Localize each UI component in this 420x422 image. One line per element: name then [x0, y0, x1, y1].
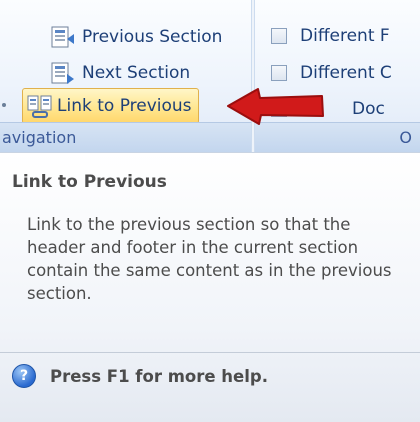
link-to-previous-button[interactable]: Link to Previous: [22, 88, 199, 124]
help-icon: ?: [12, 364, 36, 388]
tooltip-divider: [0, 352, 420, 353]
link-to-previous-label: Link to Previous: [57, 96, 192, 116]
options-group: Different F Different C Doc O: [255, 0, 420, 152]
tooltip-panel: Link to Previous Link to the previous se…: [0, 152, 420, 422]
next-section-label: Next Section: [82, 63, 191, 83]
separator-dot: [2, 103, 6, 107]
checkbox-box: [271, 65, 287, 81]
next-section-button[interactable]: Next Section: [50, 56, 190, 90]
next-section-icon: [51, 62, 74, 84]
navigation-group: Previous Section Next Section Link to Pr…: [0, 0, 251, 152]
tooltip-description: Link to the previous section so that the…: [27, 215, 392, 303]
different-first-page-label: Different F: [300, 26, 390, 46]
show-document-text-label: Doc: [352, 99, 385, 119]
different-odd-even-label: Different C: [300, 63, 392, 83]
tooltip-help-row: ? Press F1 for more help.: [12, 364, 268, 388]
previous-section-label: Previous Section: [82, 27, 223, 47]
different-odd-even-checkbox[interactable]: Different C: [271, 63, 392, 83]
different-first-page-checkbox[interactable]: Different F: [271, 26, 390, 46]
previous-section-icon: [51, 26, 74, 48]
ribbon: Previous Section Next Section Link to Pr…: [0, 0, 420, 152]
tooltip-help-text: Press F1 for more help.: [50, 366, 268, 386]
checkbox-box: [271, 28, 287, 44]
tooltip-title: Link to Previous: [12, 172, 167, 192]
link-to-previous-icon: [27, 95, 52, 118]
previous-section-button[interactable]: Previous Section: [50, 20, 222, 54]
navigation-group-label: avigation: [0, 122, 251, 152]
red-arrow-annotation: [227, 88, 324, 125]
